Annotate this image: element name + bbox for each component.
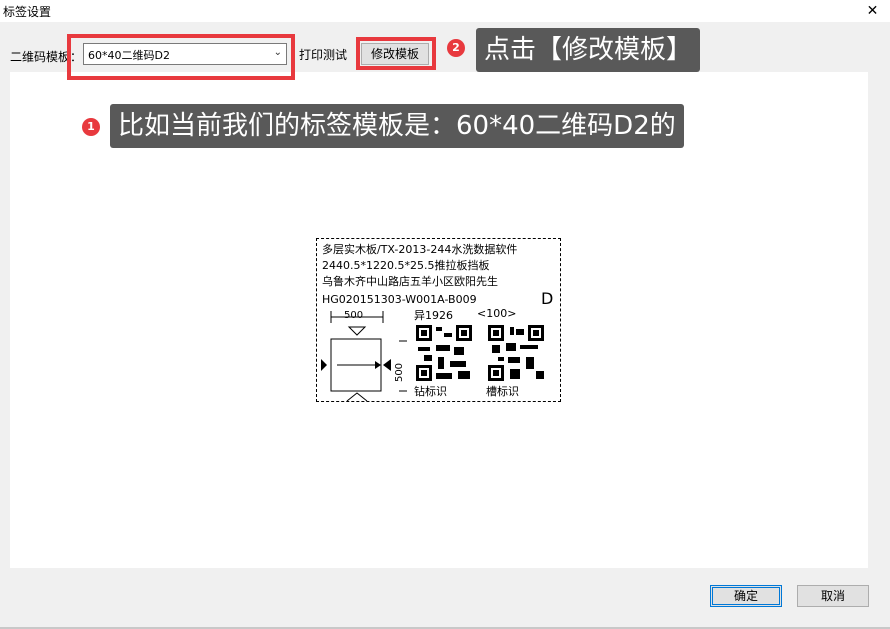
highlight-box-edit-button	[356, 37, 436, 70]
highlight-box-template-select	[67, 34, 295, 80]
label-qty: <100>	[477, 307, 517, 320]
label-id: 异1926	[414, 309, 453, 322]
close-icon[interactable]: ✕	[855, 0, 890, 22]
title-bar: 标签设置 ✕	[0, 0, 890, 22]
callout-step-1: 比如当前我们的标签模板是：60*40二维码D2的	[110, 104, 684, 148]
ok-button[interactable]: 确定	[710, 585, 782, 607]
label-preview: 多层实木板/TX-2013-244水洗数据软件 2440.5*1220.5*25…	[316, 238, 561, 402]
drill-qr-code	[414, 323, 474, 383]
drill-label: 钻标识	[414, 385, 447, 398]
callout-step-2: 点击【修改模板】	[476, 28, 701, 72]
label-line-2: 2440.5*1220.5*25.5推拉板挡板	[322, 259, 490, 272]
label-width-dim: 500	[344, 310, 364, 321]
print-test-button[interactable]: 打印测试	[299, 44, 347, 66]
step-badge-1: 1	[82, 118, 100, 136]
step-badge-2: 2	[447, 39, 465, 57]
label-line-3: 乌鲁木齐中山路店五羊小区欧阳先生	[322, 275, 498, 288]
label-line-1: 多层实木板/TX-2013-244水洗数据软件	[322, 243, 518, 256]
window-title: 标签设置	[3, 5, 52, 19]
groove-qr-code	[486, 323, 546, 383]
groove-label: 槽标识	[486, 385, 519, 398]
label-height-dim: 500	[394, 362, 406, 383]
cancel-button[interactable]: 取消	[797, 585, 869, 607]
